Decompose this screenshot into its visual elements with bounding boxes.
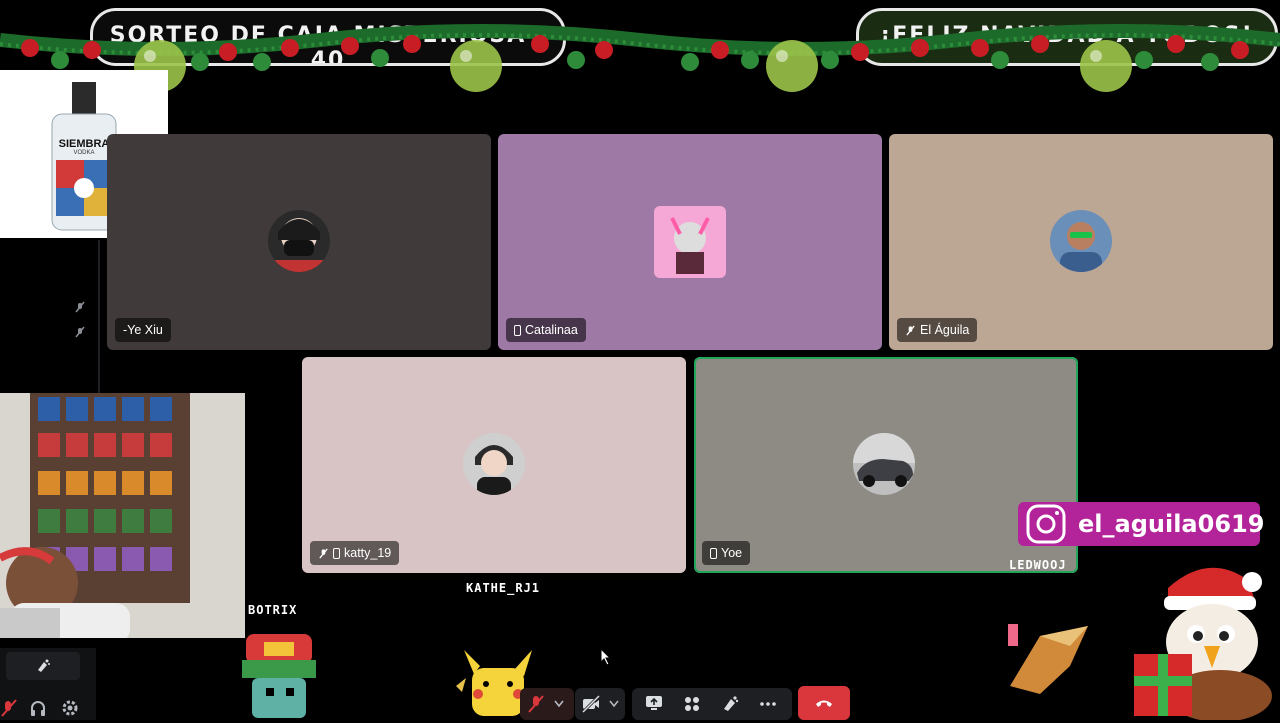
participant-label: -Ye Xiu [115, 318, 171, 342]
soundboard-icon [724, 696, 739, 711]
christmas-garland-overlay: SORTEO DE CAJA MISTERIOSA · 40 ¡FELIZ NA… [0, 0, 1280, 100]
instagram-icon [1026, 504, 1066, 544]
product-sub: VODKA [73, 150, 95, 156]
instagram-overlay: el_aguila0619 [1018, 502, 1264, 546]
mouse-cursor [600, 648, 612, 666]
headset-icon [31, 701, 45, 716]
participant-name: El Águila [920, 323, 970, 337]
mobile-icon [710, 547, 717, 559]
activities-button[interactable] [682, 694, 704, 714]
activities-icon [685, 697, 699, 711]
soundboard-button[interactable] [720, 694, 742, 714]
participant-tile[interactable]: katty_19 [302, 357, 686, 573]
leave-call-button[interactable] [798, 686, 850, 720]
mic-off-icon [75, 301, 85, 313]
avatar [268, 210, 330, 272]
more-button[interactable] [758, 694, 780, 714]
mobile-icon [333, 547, 340, 559]
camera-off-icon [581, 695, 601, 713]
participant-label: katty_19 [310, 541, 400, 565]
more-icon [760, 702, 776, 706]
participant-name: Catalinaa [525, 323, 578, 337]
mic-toggle-button[interactable] [0, 698, 18, 718]
mic-off-icon [528, 695, 544, 713]
settings-button[interactable] [60, 698, 80, 718]
soundboard-button[interactable] [6, 652, 80, 680]
streamer-webcam [0, 393, 245, 638]
participant-label: Catalinaa [506, 318, 586, 342]
screenshare-icon [646, 696, 662, 710]
participant-tile[interactable]: El Águila [889, 134, 1273, 350]
participant-label: El Águila [897, 318, 978, 342]
headset-button[interactable] [28, 698, 48, 718]
participant-tile[interactable]: Catalinaa [498, 134, 882, 350]
sidebar-divider [98, 240, 100, 400]
chevron-down-icon[interactable] [609, 700, 619, 708]
screenshare-button[interactable] [644, 694, 666, 714]
chevron-down-icon[interactable] [554, 700, 564, 708]
mic-control-group[interactable] [520, 688, 574, 720]
avatar [1050, 210, 1112, 272]
ledwooj-label: LEDWOOJ [1009, 558, 1067, 572]
mic-off-icon [1, 699, 17, 717]
soundboard-icon [38, 659, 50, 672]
participant-name: -Ye Xiu [123, 323, 163, 337]
camera-control-group[interactable] [575, 688, 625, 720]
phone-hangup-icon [816, 700, 832, 707]
participant-name: Yoe [721, 546, 743, 560]
mobile-icon [514, 324, 521, 336]
instagram-handle: el_aguila0619 [1078, 510, 1265, 538]
garland-ornaments [0, 24, 1280, 92]
mic-off-icon [75, 326, 85, 338]
christmas-eagle-sticker [1134, 567, 1272, 720]
call-actions-group [632, 688, 792, 720]
pixel-sprite-bird [1008, 624, 1088, 694]
user-panel [0, 648, 96, 720]
mic-off-icon [319, 548, 328, 558]
botrix-label: BOTRIX [248, 603, 298, 617]
avatar [853, 433, 915, 495]
kathe-label: KATHE_RJ1 [466, 581, 541, 595]
product-brand: SIEMBRA [58, 138, 110, 150]
participant-name: katty_19 [344, 546, 392, 560]
participant-tile[interactable]: -Ye Xiu [107, 134, 491, 350]
mic-off-icon [906, 325, 915, 335]
pixel-sprite-venusaur [242, 634, 316, 718]
participant-label: Yoe [702, 541, 751, 565]
avatar [463, 433, 525, 495]
avatar [654, 206, 726, 278]
gear-icon [62, 700, 78, 716]
